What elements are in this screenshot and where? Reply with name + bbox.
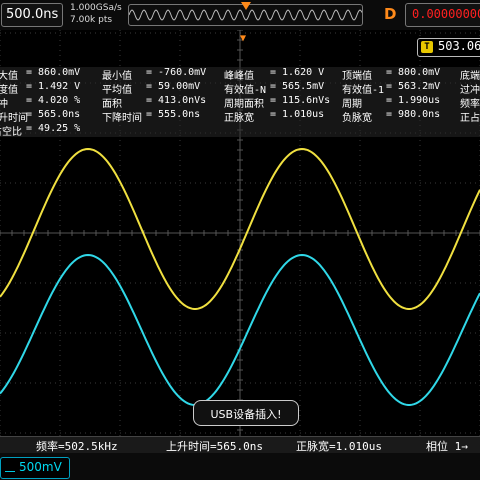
notification-text: USB设备插入!: [210, 408, 282, 421]
frequency-readout: 频率=502.5kHz: [36, 440, 118, 453]
sample-rate: 1.000GSa/s: [70, 3, 122, 13]
meas-label: 频率: [460, 99, 480, 110]
trigger-status[interactable]: D: [384, 5, 402, 23]
meas-value: = 565.5mV: [270, 81, 325, 92]
measurement-table: 大值 = 860.0mV 最小值 = -760.0mV 峰峰值 = 1.620 …: [0, 67, 480, 138]
meas-label: 大值: [0, 71, 18, 82]
meas-value: = -760.0mV: [146, 67, 207, 78]
cursor-readout[interactable]: T 503.069: [417, 38, 480, 57]
meas-value: = 980.0ns: [386, 109, 441, 120]
channel-bar: 500mV: [0, 453, 480, 480]
pulse-width-readout: 正脉宽=1.010us: [296, 440, 382, 453]
cursor-value: 503.069: [438, 39, 480, 53]
horizontal-offset-value: 0.00000000ps: [412, 7, 480, 21]
rise-time-readout: 上升时间=565.0ns: [166, 440, 263, 453]
meas-label: 过冲: [460, 85, 480, 96]
meas-value: = 1.620 V: [270, 67, 325, 78]
phase-readout: 相位 1→: [426, 440, 468, 453]
quick-measure-bar: 频率=502.5kHz 上升时间=565.0ns 正脉宽=1.010us 相位 …: [0, 436, 480, 453]
meas-label: 正脉宽: [224, 113, 254, 124]
memory-depth: 7.00k pts: [70, 15, 113, 25]
meas-label: 最小值: [102, 71, 132, 82]
coupling-icon: [5, 463, 15, 472]
meas-label: 平均值: [102, 85, 132, 96]
usb-notification: USB设备插入!: [193, 400, 299, 426]
meas-label: 周期: [342, 99, 362, 110]
meas-label: 周期面积: [224, 99, 264, 110]
meas-value: = 1.492 V: [26, 81, 81, 92]
meas-label: 顶端值: [342, 71, 372, 82]
meas-value: = 49.25 %: [26, 123, 81, 134]
acquisition-info: 1.000GSa/s 7.00k pts: [70, 2, 122, 26]
meas-value: = 563.2mV: [386, 81, 441, 92]
meas-value: = 115.6nVs: [270, 95, 331, 106]
meas-label: 下降时间: [102, 113, 142, 124]
channel-scale-value: 500mV: [19, 460, 62, 474]
trigger-marker-icon[interactable]: ▼: [240, 33, 246, 44]
top-status-bar: 500.0ns 1.000GSa/s 7.00k pts D 0.0000000…: [0, 0, 480, 30]
meas-value: = 59.00mV: [146, 81, 201, 92]
horizontal-offset-control[interactable]: 0.00000000ps: [405, 3, 480, 27]
meas-value: = 4.020 %: [26, 95, 81, 106]
meas-label: 面积: [102, 99, 122, 110]
meas-label: 冲: [0, 99, 8, 110]
meas-label: 有效值-1: [342, 85, 385, 96]
meas-value: = 860.0mV: [26, 67, 81, 78]
meas-label: 度值: [0, 85, 18, 96]
meas-label: 峰峰值: [224, 71, 254, 82]
meas-value: = 555.0ns: [146, 109, 201, 120]
meas-label: 负脉宽: [342, 113, 372, 124]
meas-value: = 413.0nVs: [146, 95, 207, 106]
cursor-marker-icon: T: [421, 41, 433, 53]
meas-label: 有效值-N: [224, 85, 267, 96]
meas-label: 升时间: [0, 113, 28, 124]
timebase-value: 500.0ns: [6, 7, 59, 22]
meas-label: 占空比: [0, 127, 22, 138]
meas-label: 正占: [460, 113, 480, 124]
meas-value: = 800.0mV: [386, 67, 441, 78]
timebase-control[interactable]: 500.0ns: [1, 3, 63, 27]
meas-value: = 1.010us: [270, 109, 325, 120]
meas-value: = 565.0ns: [26, 109, 81, 120]
channel-2-scale[interactable]: 500mV: [0, 457, 70, 479]
meas-value: = 1.990us: [386, 95, 441, 106]
meas-label: 底端: [460, 71, 480, 82]
trigger-position-icon[interactable]: [241, 2, 251, 10]
